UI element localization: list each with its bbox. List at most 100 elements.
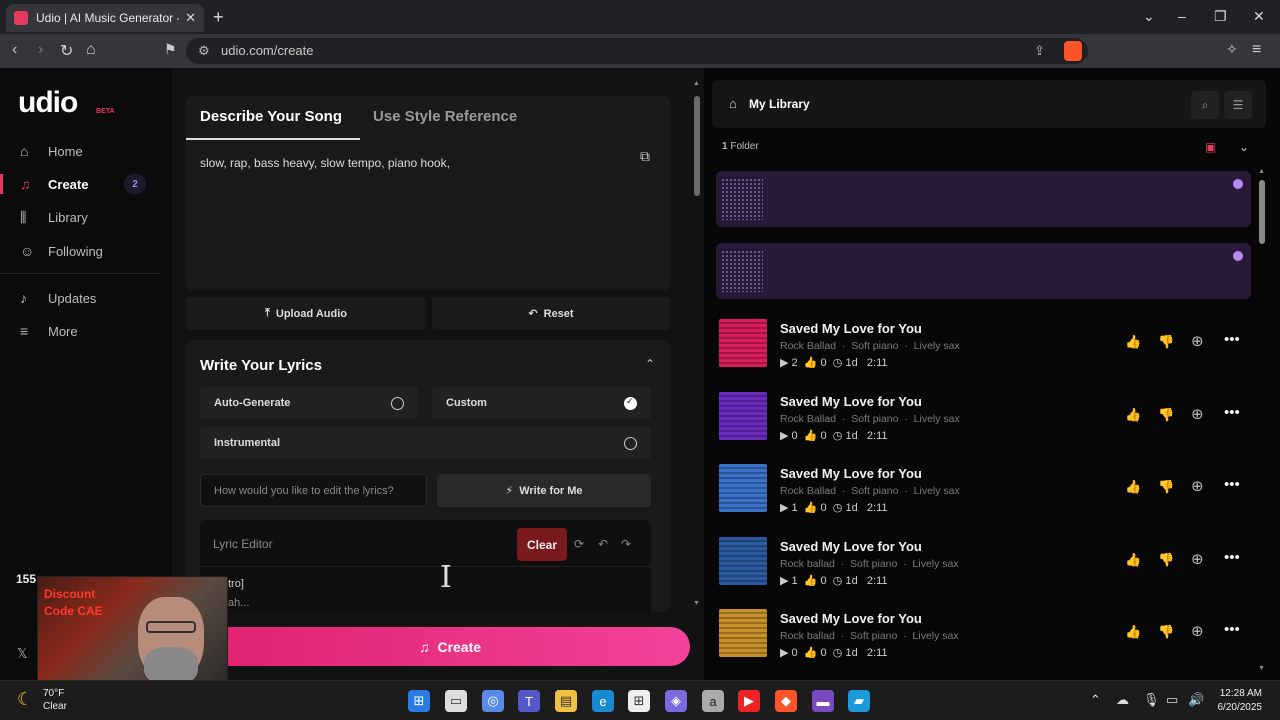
add-icon[interactable]: ⊕: [1191, 477, 1204, 495]
tray-app-icon[interactable]: ☁: [1116, 692, 1129, 708]
center-scrollbar[interactable]: ▲ ▼: [693, 80, 701, 610]
task-view-icon[interactable]: ▭: [445, 690, 467, 712]
app-icon[interactable]: ▰: [848, 690, 870, 712]
chevron-down-icon[interactable]: ⌄: [1239, 140, 1249, 154]
thumbs-down-icon[interactable]: 👎: [1158, 624, 1174, 640]
regenerate-icon[interactable]: ⟳: [574, 537, 584, 551]
site-settings-icon[interactable]: ⚙: [198, 43, 210, 59]
bookmark-icon[interactable]: ⚑: [164, 41, 177, 58]
home-browser-icon[interactable]: ⌂: [86, 41, 96, 59]
song-tag[interactable]: Rock Ballad: [780, 413, 836, 425]
brave-taskbar-icon[interactable]: ◆: [775, 690, 797, 712]
sidebar-item-create[interactable]: ♫ Create 2: [0, 168, 160, 200]
scroll-down-icon[interactable]: ▼: [1258, 665, 1265, 672]
clear-button[interactable]: Clear: [517, 528, 567, 561]
tab-search-chevron-icon[interactable]: ⌄: [1143, 8, 1155, 25]
more-options-icon[interactable]: •••: [1224, 549, 1240, 566]
undo-icon[interactable]: ↶: [598, 537, 608, 551]
song-cover-art[interactable]: [719, 464, 767, 512]
redo-icon[interactable]: ↷: [621, 537, 631, 551]
more-options-icon[interactable]: •••: [1224, 404, 1240, 421]
thumbs-down-icon[interactable]: 👎: [1158, 334, 1174, 350]
weather-widget[interactable]: 70°F Clear: [43, 687, 67, 713]
radio-custom-selected[interactable]: [624, 396, 637, 410]
option-auto-generate[interactable]: Auto-Generate: [200, 387, 418, 419]
song-title[interactable]: Saved My Love for You: [780, 539, 922, 554]
tab-describe-your-song[interactable]: Describe Your Song: [200, 108, 342, 125]
network-icon[interactable]: ▭: [1166, 692, 1178, 708]
new-folder-icon[interactable]: ▣: [1205, 140, 1216, 154]
tray-chevron-up-icon[interactable]: ⌃: [1090, 692, 1101, 708]
scroll-up-icon[interactable]: ▲: [1258, 168, 1265, 175]
thumbs-up-icon[interactable]: 👍: [1125, 479, 1141, 495]
song-tag[interactable]: Soft piano: [851, 485, 898, 497]
sidebar-item-library[interactable]: ⫼ Library: [0, 201, 160, 233]
song-cover-art[interactable]: [719, 536, 767, 585]
search-icon[interactable]: ⌕: [1191, 91, 1219, 119]
scroll-down-icon[interactable]: ▼: [693, 600, 700, 607]
copilot-icon[interactable]: ◎: [482, 690, 504, 712]
song-title[interactable]: Saved My Love for You: [780, 466, 922, 481]
microphone-icon[interactable]: 🎙: [1143, 692, 1160, 708]
song-tag[interactable]: Lively sax: [914, 413, 960, 425]
close-window-icon[interactable]: ✕: [1253, 8, 1265, 25]
moon-icon[interactable]: ☾: [17, 689, 33, 710]
minimize-icon[interactable]: –: [1178, 8, 1186, 24]
close-tab-icon[interactable]: ✕: [185, 10, 196, 26]
song-tag[interactable]: Rock Ballad: [780, 340, 836, 352]
add-icon[interactable]: ⊕: [1191, 332, 1204, 350]
song-title[interactable]: Saved My Love for You: [780, 321, 922, 336]
browser-menu-icon[interactable]: ≡: [1252, 41, 1261, 59]
song-tag[interactable]: Rock ballad: [780, 558, 835, 570]
edge-icon[interactable]: e: [592, 690, 614, 712]
library-scrollbar[interactable]: ▲ ▼: [1258, 168, 1266, 678]
sidebar-item-home[interactable]: ⌂ Home: [0, 135, 160, 167]
brave-shields-icon[interactable]: [1064, 41, 1082, 61]
pending-song-card[interactable]: [716, 243, 1251, 299]
filter-icon[interactable]: ☰: [1224, 91, 1252, 119]
browser-tab[interactable]: Udio | AI Music Generator - Offic ✕: [6, 4, 204, 32]
store-icon[interactable]: ⊞: [628, 690, 650, 712]
teams-icon[interactable]: T: [518, 690, 540, 712]
write-for-me-button[interactable]: ⚡ Write for Me: [437, 474, 651, 507]
maximize-icon[interactable]: ❐: [1214, 8, 1227, 25]
thumbs-up-icon[interactable]: 👍: [1125, 334, 1141, 350]
thumbs-down-icon[interactable]: 👎: [1158, 479, 1174, 495]
song-tag[interactable]: Soft piano: [850, 630, 897, 642]
song-tag[interactable]: Soft piano: [851, 340, 898, 352]
pending-song-card[interactable]: [716, 171, 1251, 227]
file-explorer-icon[interactable]: ▤: [555, 690, 577, 712]
reset-button[interactable]: ↶ Reset: [432, 297, 670, 330]
new-tab-icon[interactable]: +: [213, 7, 224, 28]
radio-instrumental[interactable]: [624, 437, 637, 450]
song-row[interactable]: Saved My Love for You Rock Ballad · Soft …: [716, 315, 1251, 375]
start-icon[interactable]: ⊞: [408, 690, 430, 712]
library-title[interactable]: My Library: [749, 97, 810, 111]
song-prompt-input[interactable]: slow, rap, bass heavy, slow tempo, piano…: [200, 156, 450, 170]
x-social-icon[interactable]: 𝕏: [17, 646, 27, 662]
tab-use-style-reference[interactable]: Use Style Reference: [373, 108, 517, 125]
edit-lyrics-input[interactable]: How would you like to edit the lyrics?: [200, 474, 427, 507]
scroll-up-icon[interactable]: ▲: [693, 80, 700, 87]
song-tag[interactable]: Lively sax: [914, 340, 960, 352]
song-tag[interactable]: Lively sax: [913, 630, 959, 642]
forward-icon[interactable]: ›: [38, 41, 43, 59]
copilot-app-icon[interactable]: ◈: [665, 690, 687, 712]
scroll-thumb[interactable]: [694, 96, 700, 196]
song-tag[interactable]: Rock ballad: [780, 630, 835, 642]
radio-auto-generate[interactable]: [391, 397, 404, 410]
video-editor-icon[interactable]: ▬: [812, 690, 834, 712]
leo-ai-icon[interactable]: ✧: [1226, 41, 1238, 58]
option-custom[interactable]: Custom: [432, 387, 651, 419]
more-options-icon[interactable]: •••: [1224, 621, 1240, 638]
song-title[interactable]: Saved My Love for You: [780, 611, 922, 626]
song-tag[interactable]: Rock Ballad: [780, 485, 836, 497]
sidebar-item-following[interactable]: ☺ Following: [0, 235, 160, 267]
scroll-thumb[interactable]: [1259, 180, 1265, 244]
collapse-chevron-icon[interactable]: ⌃: [645, 357, 655, 371]
add-icon[interactable]: ⊕: [1191, 622, 1204, 640]
song-tag[interactable]: Lively sax: [914, 485, 960, 497]
song-tag[interactable]: Lively sax: [913, 558, 959, 570]
share-icon[interactable]: ⇪: [1034, 43, 1045, 59]
song-row[interactable]: Saved My Love for You Rock ballad · Soft …: [716, 533, 1251, 593]
